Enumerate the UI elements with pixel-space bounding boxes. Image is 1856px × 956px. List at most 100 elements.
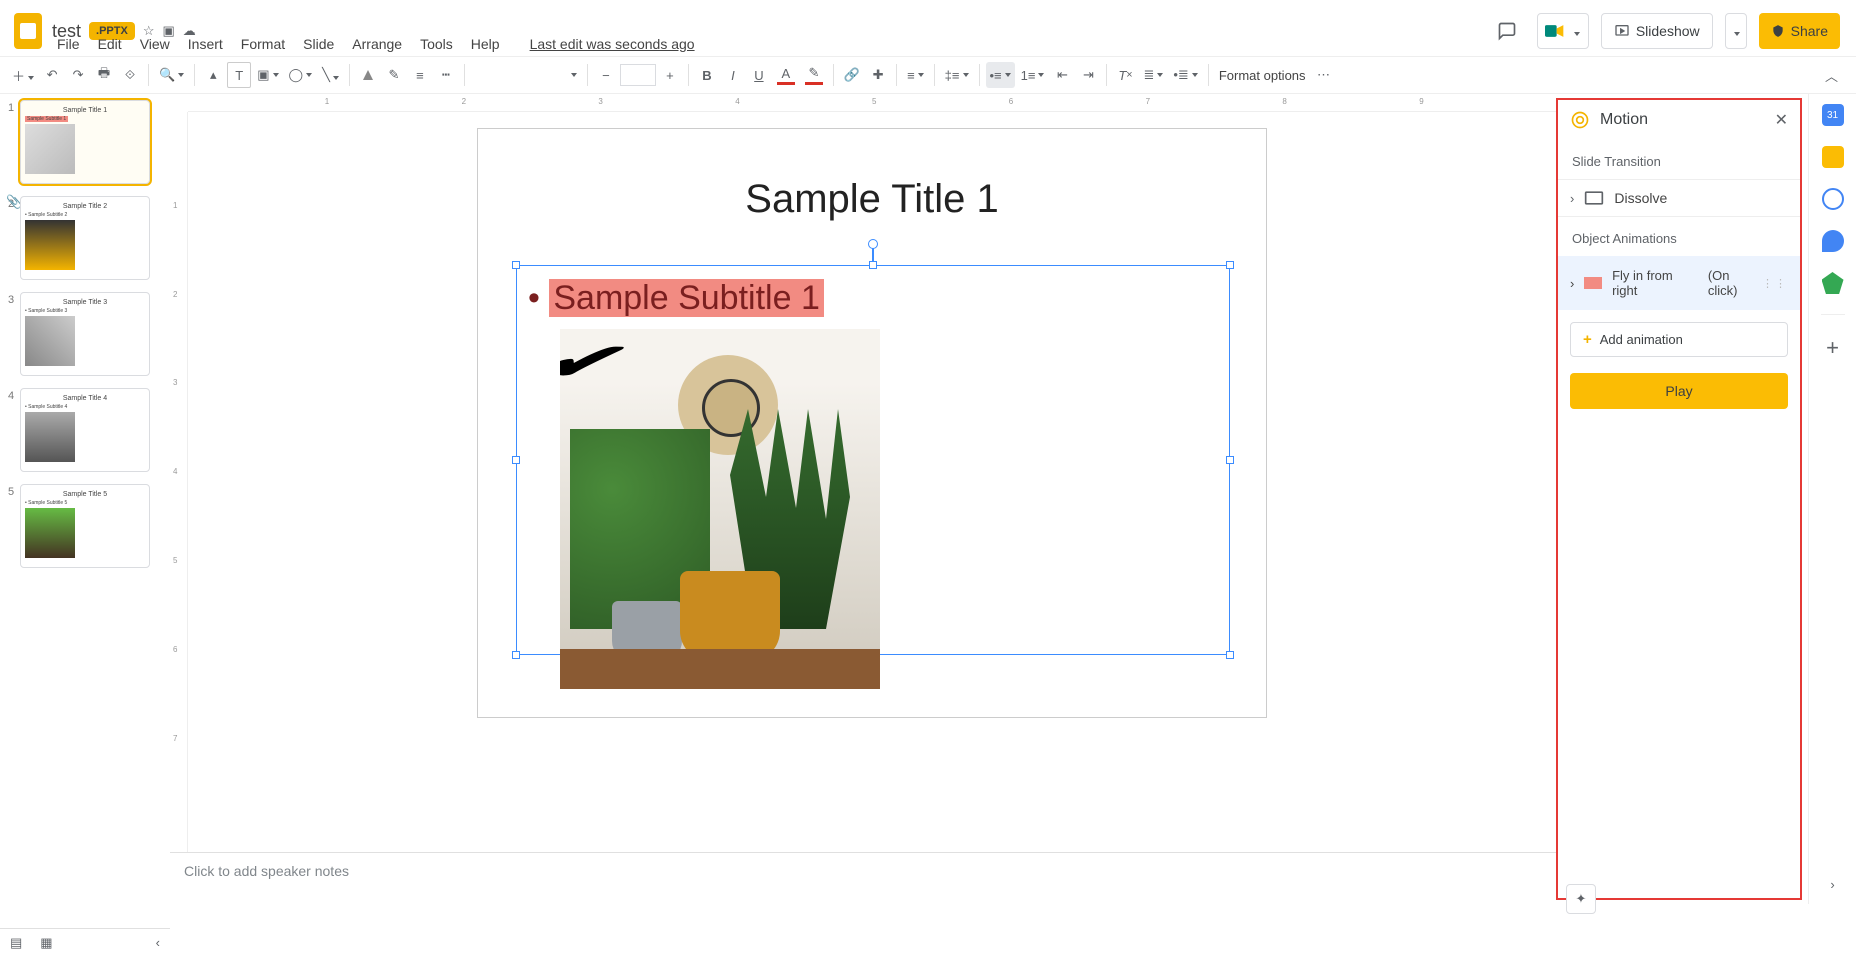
redo-button[interactable]: ↷ — [66, 62, 90, 88]
horizontal-ruler: 1 2 3 4 5 6 7 8 9 — [188, 94, 1556, 112]
slide-image[interactable]: ✔ — [560, 329, 880, 689]
new-slide-button[interactable]: ＋ — [8, 62, 38, 88]
add-animation-button[interactable]: + Add animation — [1570, 322, 1788, 357]
image-tool[interactable]: ▣ — [253, 62, 282, 88]
slide-canvas[interactable]: Sample Title 1 — [477, 128, 1267, 718]
table-shape — [560, 649, 880, 689]
select-tool[interactable]: ▴ — [201, 62, 225, 88]
menu-arrange[interactable]: Arrange — [345, 32, 409, 56]
increase-indent-button[interactable]: ⇥ — [1076, 62, 1100, 88]
thumb-title: Sample Title 5 — [25, 491, 145, 498]
insert-comment-button[interactable]: ✚ — [866, 62, 890, 88]
resize-handle-ne[interactable] — [1226, 261, 1234, 269]
text-color-button[interactable]: A — [773, 62, 799, 88]
hide-sidepanel-icon[interactable]: › — [1830, 877, 1834, 904]
zoom-button[interactable]: 🔍 — [155, 62, 188, 88]
align-button[interactable]: ≡ — [903, 62, 928, 88]
menu-tools[interactable]: Tools — [413, 32, 460, 56]
drag-handle-icon[interactable]: ⋮⋮ — [1762, 277, 1788, 290]
resize-handle-w[interactable] — [512, 456, 520, 464]
list-options2[interactable]: •≣ — [1169, 62, 1201, 88]
thumb-image — [25, 220, 75, 270]
italic-button[interactable]: I — [721, 62, 745, 88]
slides-app-icon[interactable] — [8, 11, 48, 51]
resize-handle-n[interactable] — [869, 261, 877, 269]
speaker-notes[interactable]: Click to add speaker notes — [170, 852, 1556, 904]
explore-button[interactable]: ✦ — [1566, 884, 1596, 914]
list-options1[interactable]: ≣ — [1139, 62, 1167, 88]
line-tool[interactable]: ╲ — [318, 62, 343, 88]
slideshow-dropdown[interactable] — [1725, 13, 1747, 49]
animation-row[interactable]: › Fly in from right (On click) ⋮⋮ — [1558, 256, 1800, 310]
bold-button[interactable]: B — [695, 62, 719, 88]
resize-handle-nw[interactable] — [512, 261, 520, 269]
menu-slide[interactable]: Slide — [296, 32, 341, 56]
hide-menus-button[interactable]: ︿ — [1815, 66, 1848, 85]
animation-name: Fly in from right — [1612, 268, 1684, 298]
last-edit-link[interactable]: Last edit was seconds ago — [523, 32, 702, 56]
tasks-icon[interactable] — [1822, 188, 1844, 210]
thumbnail-4[interactable]: Sample Title 4• Sample Subtitle 4 — [20, 388, 150, 472]
undo-button[interactable]: ↶ — [40, 62, 64, 88]
menu-format[interactable]: Format — [234, 32, 292, 56]
thumb-sub: Sample Subtitle 3 — [28, 308, 67, 314]
line-spacing-button[interactable]: ‡≡ — [941, 62, 973, 88]
slide-title[interactable]: Sample Title 1 — [478, 177, 1266, 222]
font-size-decrease[interactable]: − — [594, 62, 618, 88]
border-weight[interactable]: ≡ — [408, 62, 432, 88]
slideshow-button[interactable]: Slideshow — [1601, 13, 1713, 49]
shape-tool[interactable]: ◯ — [285, 62, 317, 88]
thumbnail-5[interactable]: Sample Title 5• Sample Subtitle 5 — [20, 484, 150, 568]
thumbnail-1[interactable]: Sample Title 1 Sample Subtitle 1 — [20, 100, 150, 184]
format-options-button[interactable]: Format options — [1215, 62, 1310, 88]
font-size-increase[interactable]: + — [658, 62, 682, 88]
slide-subtitle[interactable]: • Sample Subtitle 1 — [528, 279, 824, 318]
vertical-ruler: 1 2 3 4 5 6 7 — [170, 112, 188, 852]
decrease-indent-button[interactable]: ⇤ — [1050, 62, 1074, 88]
highlight-button[interactable]: ✎ — [801, 62, 827, 88]
menu-edit[interactable]: Edit — [91, 32, 129, 56]
close-icon[interactable]: ✕ — [1775, 110, 1788, 130]
print-button[interactable]: 🖶 — [92, 62, 116, 88]
grid-view-icon[interactable]: ▦ — [40, 935, 52, 951]
paint-format-button[interactable]: ⟐ — [118, 62, 142, 88]
keep-icon[interactable] — [1822, 146, 1844, 168]
share-button[interactable]: Share — [1759, 13, 1840, 49]
resize-handle-se[interactable] — [1226, 651, 1234, 659]
border-color[interactable]: ✎ — [382, 62, 406, 88]
thumbnail-3[interactable]: Sample Title 3• Sample Subtitle 3 — [20, 292, 150, 376]
textbox-tool[interactable]: T — [227, 62, 251, 88]
filmstrip-view-icon[interactable]: ▤ — [10, 935, 22, 951]
menu-view[interactable]: View — [133, 32, 177, 56]
contacts-icon[interactable] — [1822, 230, 1844, 252]
meet-button[interactable] — [1537, 13, 1589, 49]
font-size-input[interactable] — [620, 64, 656, 86]
thumbnail-2[interactable]: Sample Title 2• Sample Subtitle 2 — [20, 196, 150, 280]
maps-icon[interactable] — [1822, 272, 1844, 294]
menu-insert[interactable]: Insert — [181, 32, 230, 56]
addons-plus-icon[interactable]: + — [1826, 335, 1839, 361]
menu-help[interactable]: Help — [464, 32, 507, 56]
motion-icon — [1570, 110, 1590, 130]
numbered-list-button[interactable]: 1≡ — [1017, 62, 1049, 88]
play-button[interactable]: Play — [1570, 373, 1788, 409]
thumb-sub: Sample Subtitle 5 — [28, 500, 67, 506]
calendar-icon[interactable]: 31 — [1822, 104, 1844, 126]
clear-formatting-button[interactable]: T× — [1113, 62, 1137, 88]
collapse-filmstrip-icon[interactable]: ‹ — [156, 935, 160, 950]
font-select[interactable] — [471, 62, 581, 88]
thumb-title: Sample Title 2 — [25, 203, 145, 210]
underline-button[interactable]: U — [747, 62, 771, 88]
resize-handle-sw[interactable] — [512, 651, 520, 659]
bulleted-list-button[interactable]: •≡ — [986, 62, 1015, 88]
comments-icon[interactable] — [1489, 13, 1525, 49]
border-dash[interactable]: ┅ — [434, 62, 458, 88]
more-tools-button[interactable]: ⋯ — [1312, 62, 1336, 88]
menu-file[interactable]: File — [50, 32, 87, 56]
insert-link-button[interactable]: 🔗 — [840, 62, 864, 88]
resize-handle-e[interactable] — [1226, 456, 1234, 464]
transition-row[interactable]: › Dissolve — [1558, 179, 1800, 217]
rotation-handle[interactable] — [868, 239, 878, 249]
thumb-num: 1 — [8, 100, 20, 184]
fill-color[interactable] — [356, 62, 380, 88]
